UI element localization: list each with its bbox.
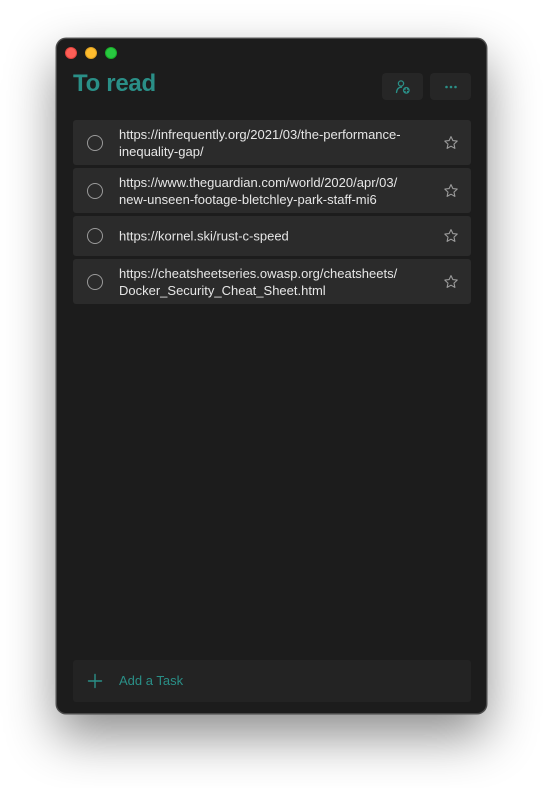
task-title[interactable]: https://infrequently.org/2021/03/the-per… [119, 126, 425, 160]
zoom-window-button[interactable] [105, 47, 117, 59]
task-title-line: Docker_Security_Cheat_Sheet.html [119, 282, 326, 298]
task-list: https://infrequently.org/2021/03/the-per… [73, 120, 471, 307]
more-options-button[interactable] [430, 73, 471, 100]
task-item[interactable]: https://cheatsheetseries.owasp.org/cheat… [73, 259, 471, 304]
task-title[interactable]: https://cheatsheetseries.owasp.org/cheat… [119, 265, 425, 299]
plus-icon [87, 673, 103, 689]
star-icon[interactable] [443, 228, 459, 244]
task-item[interactable]: https://infrequently.org/2021/03/the-per… [73, 120, 471, 165]
add-task-input[interactable]: Add a Task [73, 660, 471, 702]
task-item[interactable]: https://kornel.ski/rust-c-speed [73, 216, 471, 256]
star-icon[interactable] [443, 135, 459, 151]
task-title-line: new-unseen-footage-bletchley-park-staff-… [119, 191, 377, 207]
close-window-button[interactable] [65, 47, 77, 59]
task-title-line: inequality-gap/ [119, 143, 204, 159]
complete-task-checkbox[interactable] [87, 134, 103, 151]
task-title-line: https://www.theguardian.com/world/2020/a… [119, 174, 398, 190]
list-title[interactable]: To read [73, 70, 156, 98]
task-title-line: https://kornel.ski/rust-c-speed [119, 228, 289, 244]
task-title-line: https://cheatsheetseries.owasp.org/cheat… [119, 265, 398, 281]
star-icon[interactable] [443, 274, 459, 290]
star-icon[interactable] [443, 183, 459, 199]
task-title-line: https://infrequently.org/2021/03/the-per… [119, 126, 401, 142]
add-task-placeholder: Add a Task [119, 673, 184, 688]
person-add-icon [395, 79, 410, 94]
complete-task-checkbox[interactable] [87, 182, 103, 199]
task-title[interactable]: https://kornel.ski/rust-c-speed [119, 228, 425, 245]
complete-task-checkbox[interactable] [87, 273, 103, 290]
window-controls [65, 47, 117, 59]
complete-task-checkbox[interactable] [87, 228, 103, 244]
share-list-button[interactable] [382, 73, 423, 100]
task-title[interactable]: https://www.theguardian.com/world/2020/a… [119, 174, 425, 208]
ellipsis-icon [444, 85, 457, 88]
app-window: To read https://infrequently.org/2021/03… [56, 38, 487, 714]
minimize-window-button[interactable] [85, 47, 97, 59]
task-item[interactable]: https://www.theguardian.com/world/2020/a… [73, 168, 471, 213]
